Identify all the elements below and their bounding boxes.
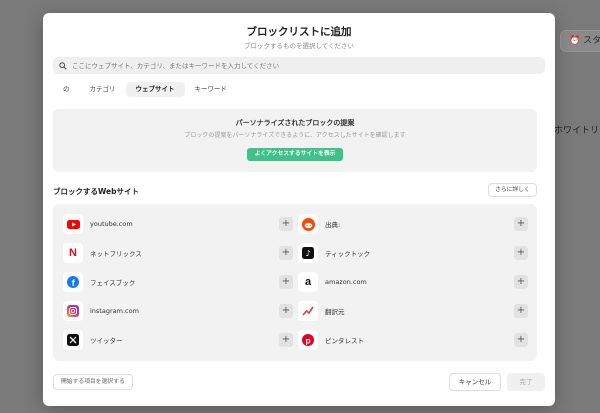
instagram-icon — [63, 301, 83, 321]
background-button: ⏰ スタ — [560, 30, 600, 52]
site-item-translate[interactable]: 翻訳元 + — [298, 299, 528, 323]
cancel-button[interactable]: キャンセル — [449, 373, 501, 391]
tiktok-icon: ♪ — [298, 243, 318, 263]
select-start-items-button[interactable]: 開始する項目を選択する — [53, 374, 133, 390]
trend-icon — [298, 301, 318, 321]
x-icon — [63, 330, 83, 350]
modal-title: ブロックリストに追加 — [246, 26, 352, 38]
show-visited-sites-button[interactable]: よくアクセスするサイトを表示 — [246, 148, 344, 161]
site-item-tiktok[interactable]: ♪ ティックトック + — [298, 241, 528, 265]
site-name: youtube.com — [90, 220, 133, 228]
add-button[interactable]: + — [279, 246, 293, 260]
add-to-blocklist-modal: ブロックリストに追加 ブロックするものを選択してください の カテゴリ ウェブサ… — [43, 13, 555, 406]
site-item-facebook[interactable]: f フェイスブック + — [63, 270, 293, 294]
site-item-youtube[interactable]: youtube.com + — [63, 212, 293, 236]
add-button[interactable]: + — [279, 217, 293, 231]
search-bar[interactable] — [53, 57, 545, 74]
reddit-icon — [298, 214, 318, 234]
site-name: 出典: — [325, 221, 341, 229]
suggestion-description: ブロックの提案をパーソナライズできるように、アクセスしたサイトを確認します — [184, 132, 406, 139]
add-button[interactable]: + — [514, 246, 528, 260]
site-name: ピンタレスト — [325, 337, 364, 345]
site-item-reddit[interactable]: 出典: + — [298, 212, 528, 236]
tab-keywords[interactable]: キーワード — [185, 82, 238, 97]
site-name: ティックトック — [325, 250, 371, 258]
site-name: ツイッター — [90, 337, 123, 345]
add-button[interactable]: + — [514, 275, 528, 289]
tab-bar: の カテゴリ ウェブサイト キーワード — [53, 82, 237, 98]
section-title: ブロックするWebサイト — [53, 187, 139, 196]
done-button[interactable]: 完了 — [507, 373, 545, 391]
site-item-pinterest[interactable]: p ピンタレスト + — [298, 328, 528, 352]
add-button[interactable]: + — [279, 275, 293, 289]
svg-text:p: p — [305, 336, 310, 346]
site-item-instagram[interactable]: instagram.com + — [63, 299, 293, 323]
amazon-icon: a — [298, 272, 318, 292]
site-name: instagram.com — [90, 307, 139, 315]
learn-more-button[interactable]: さらに詳しく — [488, 183, 537, 197]
background-button-label: スタ — [583, 36, 600, 46]
add-button[interactable]: + — [514, 304, 528, 318]
search-input[interactable] — [72, 61, 532, 70]
site-name: 翻訳元 — [325, 308, 345, 316]
suggestion-panel: パーソナライズされたブロックの提案 ブロックの提案をパーソナライズできるように、… — [53, 109, 537, 172]
facebook-icon: f — [63, 272, 83, 292]
pinterest-icon: p — [298, 330, 318, 350]
add-button[interactable]: + — [279, 304, 293, 318]
tab-websites[interactable]: ウェブサイト — [125, 82, 185, 97]
site-name: ネットフリックス — [90, 250, 142, 258]
search-icon — [59, 61, 67, 70]
tab-0[interactable]: の — [53, 82, 80, 97]
modal-subtitle: ブロックするものを選択してください — [243, 42, 355, 50]
suggestion-title: パーソナライズされたブロックの提案 — [235, 119, 355, 127]
svg-text:♪: ♪ — [305, 249, 310, 258]
site-name: フェイスブック — [90, 279, 136, 287]
youtube-icon — [63, 214, 83, 234]
netflix-icon: N — [63, 243, 83, 263]
background-whitelist-label: ホワイトリスト — [554, 126, 600, 136]
add-button[interactable]: + — [514, 333, 528, 347]
add-button[interactable]: + — [514, 217, 528, 231]
site-item-twitter[interactable]: ツイッター + — [63, 328, 293, 352]
site-list: youtube.com + 出典: + N ネットフリックス + ♪ ティックト… — [53, 204, 537, 361]
add-button[interactable]: + — [279, 333, 293, 347]
tab-categories[interactable]: カテゴリ — [80, 82, 126, 97]
site-item-amazon[interactable]: a amazon.com + — [298, 270, 528, 294]
site-name: amazon.com — [325, 278, 367, 286]
site-item-netflix[interactable]: N ネットフリックス + — [63, 241, 293, 265]
